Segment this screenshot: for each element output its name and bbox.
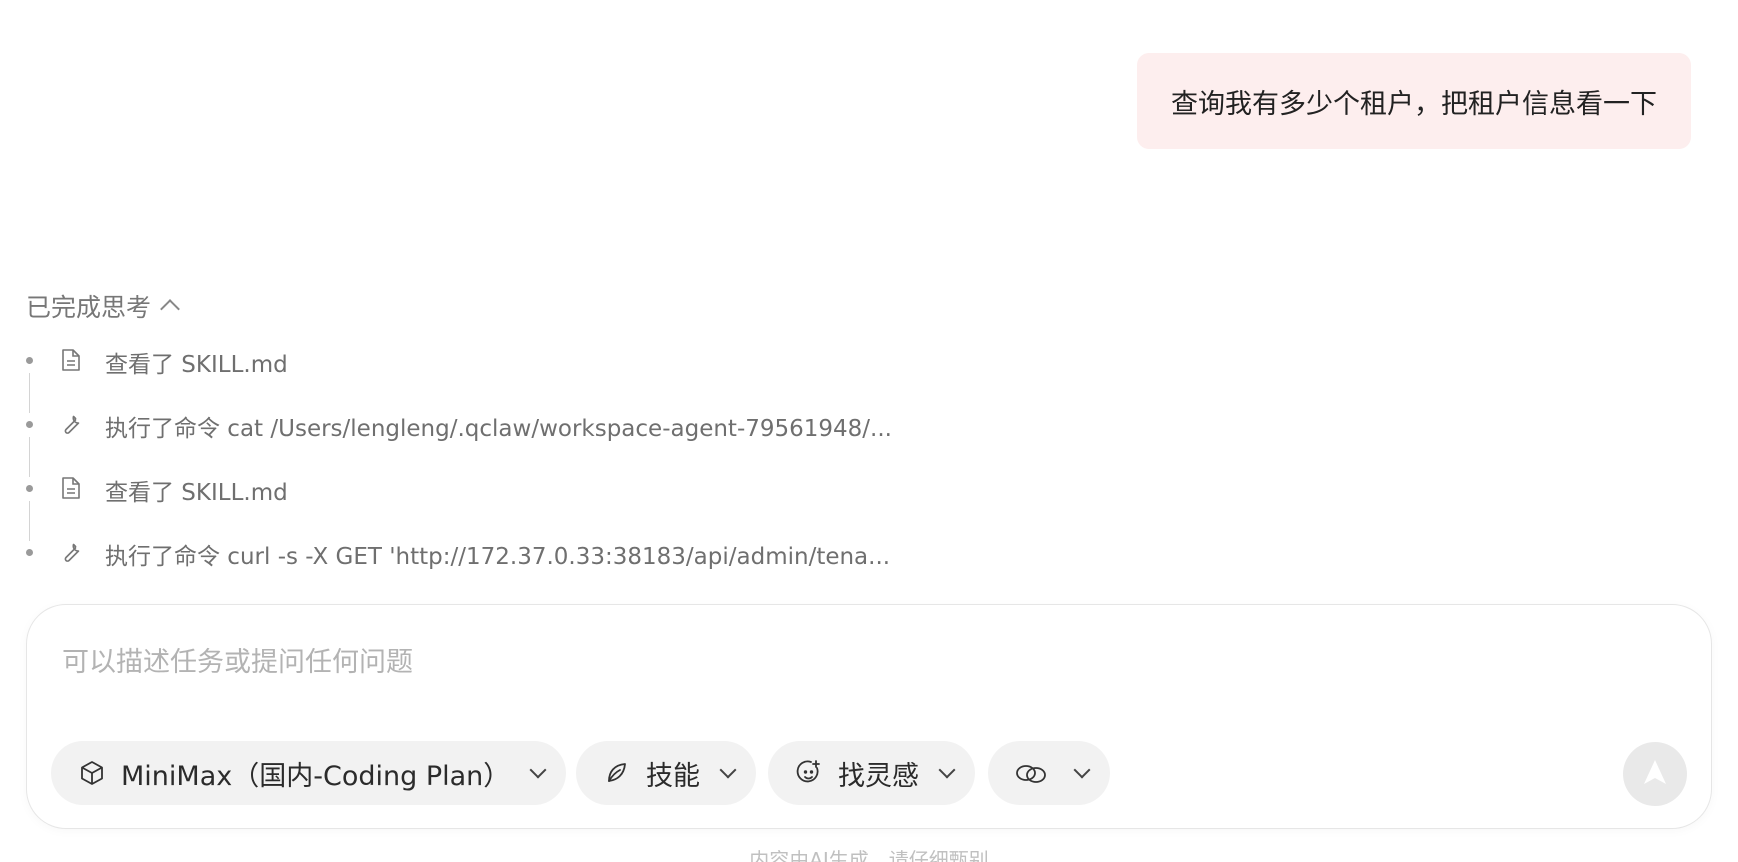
message-input[interactable]	[60, 641, 1564, 683]
sparkle-face-icon	[794, 758, 824, 788]
link-options-button[interactable]	[988, 741, 1110, 805]
thinking-steps: 查看了 SKILL.md 执行了命令 cat /Users/lengleng/.…	[24, 333, 1124, 589]
step-label: 执行了命令 cat /Users/lengleng/.qclaw/workspa…	[105, 416, 892, 442]
cube-icon	[77, 758, 107, 788]
skills-label: 技能	[646, 760, 700, 792]
chevron-down-icon	[938, 761, 956, 779]
ai-disclaimer: 内容由AI生成，请仔细甄别	[749, 848, 989, 862]
send-button[interactable]	[1623, 742, 1687, 806]
thinking-step[interactable]: 执行了命令 cat /Users/lengleng/.qclaw/workspa…	[24, 397, 1124, 477]
user-message-text: 查询我有多少个租户，把租户信息看一下	[1171, 88, 1657, 120]
step-dot	[26, 549, 33, 556]
skills-button[interactable]: 技能	[576, 741, 756, 805]
step-dot	[26, 485, 33, 492]
chevron-up-icon	[160, 299, 180, 319]
document-icon	[58, 347, 84, 373]
step-dot	[26, 421, 33, 428]
inspiration-label: 找灵感	[838, 760, 919, 792]
wrench-icon	[58, 411, 84, 437]
wrench-icon	[58, 539, 84, 565]
model-selector-label: MiniMax（国内-Coding Plan）	[121, 760, 511, 792]
leaf-icon	[602, 758, 632, 788]
send-arrow-icon	[1640, 757, 1670, 791]
step-dot	[26, 357, 33, 364]
chevron-down-icon	[529, 761, 547, 779]
step-label: 查看了 SKILL.md	[105, 352, 288, 378]
link-icon	[1014, 758, 1050, 788]
model-selector-button[interactable]: MiniMax（国内-Coding Plan）	[51, 741, 567, 805]
thinking-toggle[interactable]: 已完成思考	[26, 288, 180, 324]
thinking-step[interactable]: 执行了命令 curl -s -X GET 'http://172.37.0.33…	[24, 525, 1124, 589]
document-icon	[58, 475, 84, 501]
step-label: 查看了 SKILL.md	[105, 480, 288, 506]
thinking-header-label: 已完成思考	[26, 293, 152, 322]
thinking-step[interactable]: 查看了 SKILL.md	[24, 461, 1124, 541]
message-composer: MiniMax（国内-Coding Plan） 技能	[26, 604, 1712, 829]
thinking-step[interactable]: 查看了 SKILL.md	[24, 333, 1124, 413]
chevron-down-icon	[719, 761, 737, 779]
step-label: 执行了命令 curl -s -X GET 'http://172.37.0.33…	[105, 544, 891, 570]
user-message-bubble: 查询我有多少个租户，把租户信息看一下	[1137, 53, 1691, 149]
chat-page: 查询我有多少个租户，把租户信息看一下 已完成思考 查看了 SKILL.md 执行…	[0, 0, 1738, 862]
chevron-down-icon	[1073, 761, 1091, 779]
inspiration-button[interactable]: 找灵感	[768, 741, 975, 805]
